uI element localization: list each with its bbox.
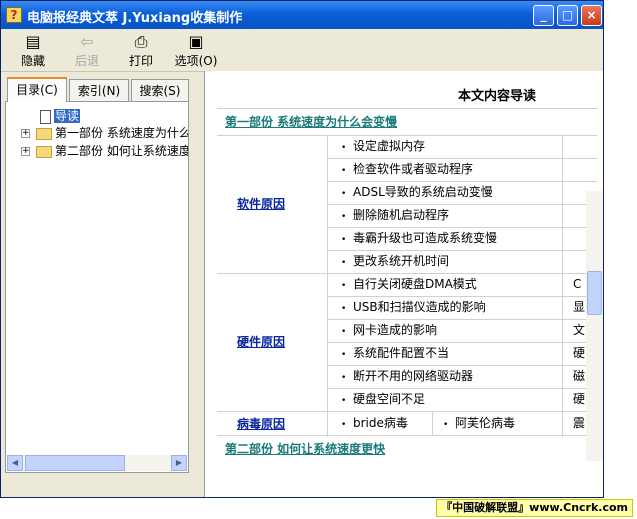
list-item[interactable]: • USB和扫描仪造成的影响	[341, 296, 486, 319]
print-label: 打印	[128, 54, 153, 68]
list-item[interactable]: • 阿芙伦病毒	[443, 412, 515, 435]
scroll-right-icon[interactable]: ▶	[171, 455, 187, 471]
scroll-left-icon[interactable]: ◀	[7, 455, 23, 471]
tree-item-part2[interactable]: 第二部份 如何让系统速度	[36, 143, 189, 159]
software-cause-link[interactable]: 软件原因	[217, 195, 327, 212]
virus-cause-link[interactable]: 病毒原因	[217, 415, 327, 432]
cut-column-text: 磁	[573, 369, 586, 383]
folder-icon	[36, 127, 52, 140]
part1-heading-link[interactable]: 第一部份 系统速度为什么会变慢	[217, 110, 597, 134]
expand-part2-icon[interactable]: +	[21, 147, 30, 156]
tree-label-part1: 第一部份 系统速度为什么	[55, 126, 189, 140]
help-window: ? 电脑报经典文萃 J.Yuxiang收集制作 _ □ × ▤ 隐藏 ⇦ 后退 …	[0, 0, 604, 498]
list-item[interactable]: • 检查软件或者驱动程序	[341, 158, 473, 181]
list-item[interactable]: • 删除随机启动程序	[341, 204, 449, 227]
cut-column-text: 震	[573, 416, 586, 430]
navigation-pane: 目录(C) 索引(N) 搜索(S) 导读 + 第一部份 系统速度为什么 + 第二…	[5, 77, 189, 473]
scroll-thumb[interactable]	[587, 271, 602, 315]
expand-part1-icon[interactable]: +	[21, 129, 30, 138]
document-icon	[40, 109, 51, 124]
list-item[interactable]: • 设定虚拟内存	[341, 135, 425, 158]
title-bar[interactable]: ? 电脑报经典文萃 J.Yuxiang收集制作 _ □ ×	[1, 1, 603, 29]
tree-label-part2: 第二部份 如何让系统速度	[55, 144, 189, 158]
hide-label: 隐藏	[20, 54, 45, 68]
cut-column-text: 文	[573, 323, 586, 337]
tree-item-guide[interactable]: 导读	[40, 108, 81, 124]
back-button[interactable]: ⇦ 后退	[65, 33, 109, 69]
printer-icon: ⎙	[134, 32, 148, 51]
list-item[interactable]: • bride病毒	[341, 412, 408, 435]
tab-index[interactable]: 索引(N)	[69, 79, 129, 101]
window-title: 电脑报经典文萃 J.Yuxiang收集制作	[27, 11, 243, 26]
options-icon: ▣	[188, 32, 204, 51]
list-item[interactable]: • 断开不用的网络驱动器	[341, 365, 473, 388]
topic-pane: 本文内容导读 第一部份 系统速度为什么会变慢 软件原因 • 设定虚拟内存 • 检查软…	[204, 71, 603, 497]
help-app-icon: ?	[6, 7, 22, 23]
list-item[interactable]: • 硬盘空间不足	[341, 388, 425, 411]
part2-heading-link[interactable]: 第二部份 如何让系统速度更快	[217, 437, 597, 461]
back-arrow-icon: ⇦	[80, 32, 94, 51]
tree-label-guide: 导读	[54, 109, 81, 123]
tab-search[interactable]: 搜索(S)	[131, 79, 189, 101]
tree-horizontal-scrollbar[interactable]: ◀ ▶	[7, 455, 187, 471]
folder-icon	[36, 145, 52, 158]
cut-column-text: C	[573, 277, 582, 291]
list-item[interactable]: • 系统配件配置不当	[341, 342, 449, 365]
hide-button[interactable]: ▤ 隐藏	[11, 33, 55, 69]
list-item[interactable]: • 网卡造成的影响	[341, 319, 437, 342]
print-button[interactable]: ⎙ 打印	[119, 33, 163, 69]
nav-tabs: 目录(C) 索引(N) 搜索(S)	[5, 77, 189, 102]
cut-column-text: 显	[573, 300, 586, 314]
list-item[interactable]: • 毒霸升级也可造成系统变慢	[341, 227, 497, 250]
watermark-text: 『中国破解联盟』www.Cncrk.com	[436, 499, 633, 517]
back-label: 后退	[74, 54, 99, 68]
options-button[interactable]: ▣ 选项(O)	[171, 33, 221, 69]
scroll-thumb[interactable]	[25, 455, 125, 471]
close-button[interactable]: ×	[581, 5, 602, 26]
contents-tree: 导读 + 第一部份 系统速度为什么 + 第二部份 如何让系统速度 ◀ ▶	[5, 101, 189, 473]
list-item[interactable]: • 自行关闭硬盘DMA模式	[341, 273, 477, 296]
page-title: 本文内容导读	[217, 85, 597, 109]
hide-pane-icon: ▤	[25, 32, 41, 51]
cut-column-text: 硬	[573, 346, 586, 360]
torn-edge-right	[604, 0, 637, 519]
tree-item-part1[interactable]: 第一部份 系统速度为什么	[36, 125, 189, 141]
hardware-cause-link[interactable]: 硬件原因	[217, 333, 327, 350]
topic-vertical-scrollbar[interactable]	[586, 191, 603, 461]
options-label: 选项(O)	[174, 54, 218, 68]
minimize-button[interactable]: _	[533, 5, 554, 26]
toolbar: ▤ 隐藏 ⇦ 后退 ⎙ 打印 ▣ 选项(O)	[1, 29, 603, 72]
list-item[interactable]: • ADSL导致的系统启动变慢	[341, 181, 493, 204]
maximize-button[interactable]: □	[557, 5, 578, 26]
tab-contents[interactable]: 目录(C)	[7, 77, 67, 102]
list-item[interactable]: • 更改系统开机时间	[341, 250, 449, 273]
cut-column-text: 硬	[573, 392, 586, 406]
